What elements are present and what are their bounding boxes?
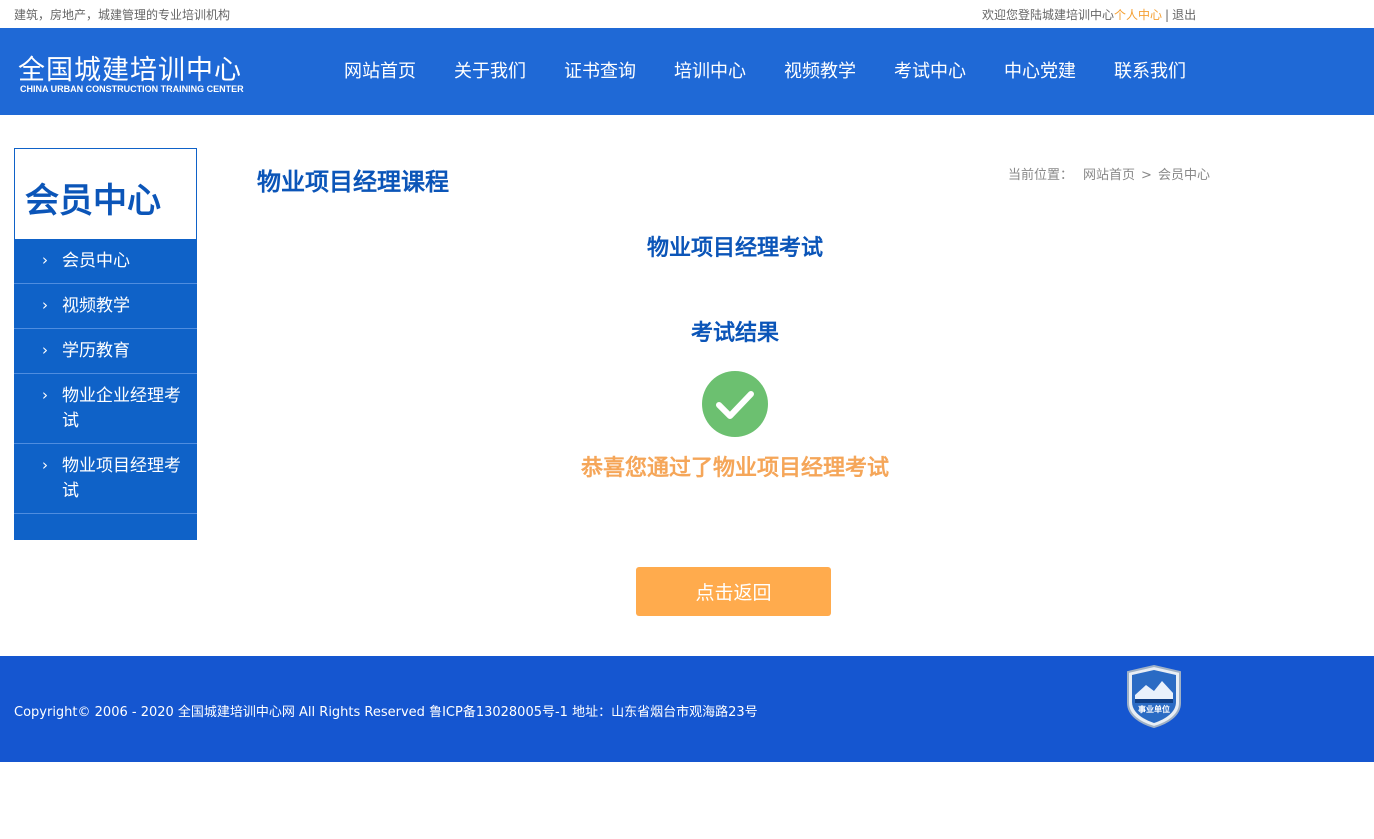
nav-contact[interactable]: 联系我们 <box>1095 28 1205 115</box>
site-logo-english: CHINA URBAN CONSTRUCTION TRAINING CENTER <box>20 84 244 94</box>
breadcrumb-home-link[interactable]: 网站首页 <box>1083 168 1135 183</box>
breadcrumb-label: 当前位置： <box>1008 168 1074 183</box>
personal-center-link[interactable]: 个人中心 <box>1114 8 1162 22</box>
nav-certificate-query[interactable]: 证书查询 <box>545 28 655 115</box>
public-institution-badge-icon[interactable]: 事业单位 <box>1126 665 1182 728</box>
back-button[interactable]: 点击返回 <box>636 567 831 616</box>
nav-video-teaching[interactable]: 视频教学 <box>765 28 875 115</box>
nav-home[interactable]: 网站首页 <box>325 28 435 115</box>
chevron-right-icon: › <box>42 341 48 359</box>
chevron-right-icon: › <box>42 251 48 269</box>
user-links: 欢迎您登陆城建培训中心个人中心 | 退出 <box>982 6 1196 23</box>
sidebar-item-member-center[interactable]: › 会员中心 <box>14 239 197 284</box>
site-slogan: 建筑，房地产，城建管理的专业培训机构 <box>14 8 231 22</box>
site-header: 全国城建培训中心 CHINA URBAN CONSTRUCTION TRAINI… <box>0 28 1374 115</box>
sidebar-title: 会员中心 <box>14 148 197 239</box>
nav-exam-center[interactable]: 考试中心 <box>875 28 985 115</box>
exam-title: 物业项目经理考试 <box>646 236 823 261</box>
chevron-right-icon: › <box>42 386 48 404</box>
sidebar-item-video-teaching[interactable]: › 视频教学 <box>14 284 197 329</box>
copyright-text: Copyright© 2006 - 2020 全国城建培训中心网 All Rig… <box>14 705 758 720</box>
site-footer: Copyright© 2006 - 2020 全国城建培训中心网 All Rig… <box>0 656 1374 762</box>
chevron-right-icon: › <box>42 296 48 314</box>
chevron-right-icon: › <box>42 456 48 474</box>
logout-link[interactable]: 退出 <box>1172 8 1196 22</box>
breadcrumb-separator: > <box>1141 168 1152 183</box>
sidebar-item-label: 物业项目经理考试 <box>62 456 181 501</box>
success-message: 恭喜您通过了物业项目经理考试 <box>580 456 889 481</box>
main-nav: 网站首页 关于我们 证书查询 培训中心 视频教学 考试中心 中心党建 联系我们 <box>325 28 1205 115</box>
member-sidebar: 会员中心 › 会员中心 › 视频教学 › 学历教育 › 物业企业经理考试 › 物… <box>14 148 197 540</box>
sidebar-item-education[interactable]: › 学历教育 <box>14 329 197 374</box>
badge-text: 事业单位 <box>1138 704 1170 714</box>
page-title: 物业项目经理课程 <box>257 168 449 196</box>
sidebar-item-label: 视频教学 <box>62 296 130 316</box>
nav-about[interactable]: 关于我们 <box>435 28 545 115</box>
welcome-text: 欢迎您登陆城建培训中心 <box>982 8 1115 22</box>
top-bar: 建筑，房地产，城建管理的专业培训机构 欢迎您登陆城建培训中心个人中心 | 退出 <box>0 0 1374 28</box>
breadcrumb-current: 会员中心 <box>1157 168 1210 183</box>
site-logo[interactable]: 全国城建培训中心 <box>18 48 242 87</box>
sidebar-item-enterprise-manager-exam[interactable]: › 物业企业经理考试 <box>14 374 197 444</box>
link-separator: | <box>1165 8 1170 22</box>
result-title: 考试结果 <box>690 321 779 346</box>
sidebar-item-label: 学历教育 <box>62 341 130 361</box>
sidebar-item-label: 物业企业经理考试 <box>62 386 181 431</box>
nav-party-building[interactable]: 中心党建 <box>985 28 1095 115</box>
sidebar-item-project-manager-exam[interactable]: › 物业项目经理考试 <box>14 444 197 514</box>
sidebar-item-label: 会员中心 <box>62 251 130 271</box>
nav-training-center[interactable]: 培训中心 <box>655 28 765 115</box>
check-circle-icon <box>702 371 768 437</box>
breadcrumb: 当前位置： 网站首页 > 会员中心 <box>1008 164 1210 183</box>
